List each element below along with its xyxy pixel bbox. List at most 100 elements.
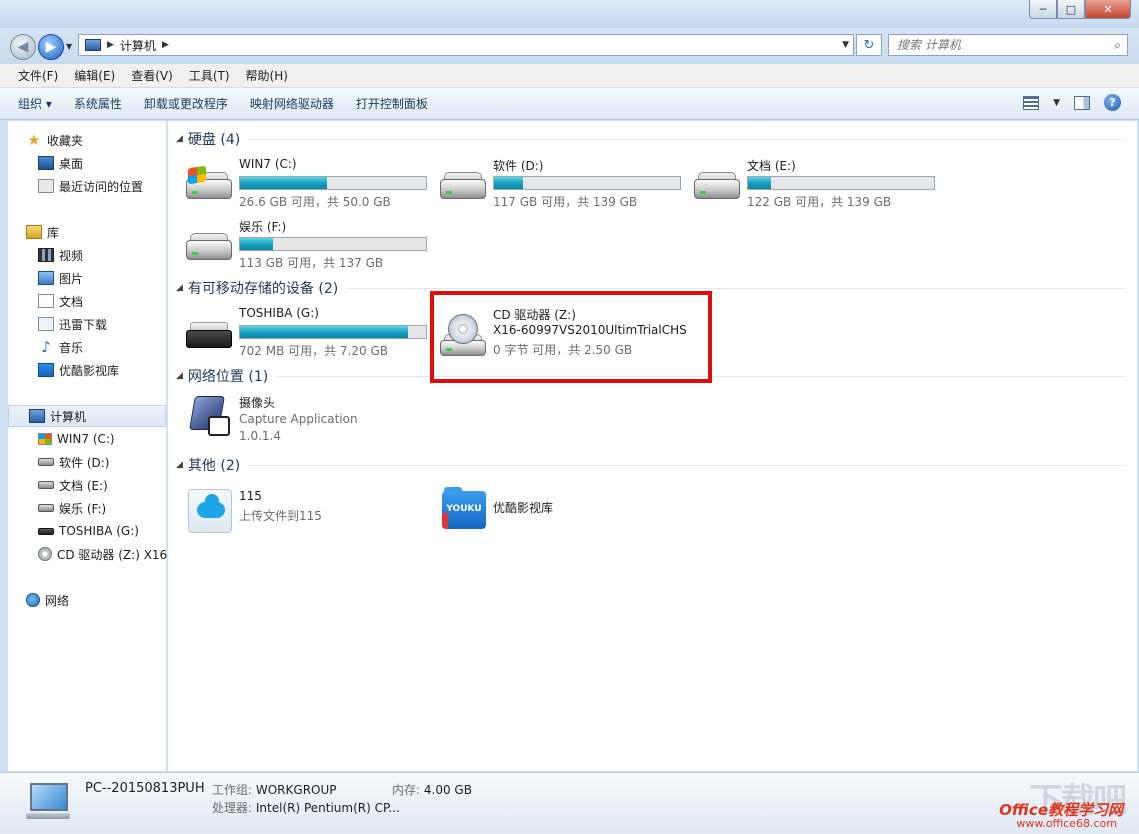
nav-videos[interactable]: 视频 (38, 244, 83, 266)
usb-drive-icon (186, 314, 234, 354)
change-view-icon[interactable] (1023, 95, 1040, 110)
nav-favorites[interactable]: ★ 收藏夹 (26, 129, 83, 151)
content-pane: ◢ 硬盘 (4) WIN7 (C:) 26.6 GB 可用，共 50.0 GB … (168, 121, 1137, 771)
drive-tile-g[interactable]: TOSHIBA (G:) 702 MB 可用，共 7.20 GB (186, 306, 436, 366)
computer-icon (29, 409, 45, 423)
drive-name: TOSHIBA (G:) (239, 306, 319, 320)
address-dropdown-icon[interactable]: ▼ (842, 40, 849, 50)
nav-label: 迅雷下载 (59, 317, 108, 332)
other-item-115[interactable]: 115 上传文件到115 (186, 489, 436, 549)
nav-xunlei-downloads[interactable]: 迅雷下载 (38, 313, 107, 335)
other-item-youku[interactable]: YOUKU 优酷影视库 (440, 487, 690, 549)
drive-tile-f[interactable]: 娱乐 (F:) 113 GB 可用，共 137 GB (186, 218, 436, 278)
uninstall-program-button[interactable]: 卸载或更改程序 (144, 95, 228, 112)
menu-tools[interactable]: 工具(T) (181, 65, 238, 86)
collapse-triangle-icon[interactable]: ◢ (176, 371, 183, 381)
close-button[interactable]: ✕ (1085, 0, 1131, 19)
processor-info: 处理器: Intel(R) Pentium(R) CP... (212, 799, 400, 816)
collapse-triangle-icon[interactable]: ◢ (176, 134, 183, 144)
group-title: 硬盘 (4) (187, 132, 241, 148)
youku-folder-icon: YOUKU (442, 487, 486, 529)
nav-youku-library[interactable]: 优酷影视库 (38, 359, 119, 381)
forward-button[interactable]: ▶ (38, 34, 64, 60)
nav-drive-c[interactable]: WIN7 (C:) (38, 428, 115, 450)
nav-music[interactable]: ♪ 音乐 (38, 336, 83, 358)
title-bar: ─ □ ✕ (0, 0, 1139, 28)
refresh-button[interactable]: ↻ (856, 34, 882, 56)
hard-drive-icon (38, 504, 54, 512)
preview-pane-icon[interactable] (1074, 95, 1090, 110)
nav-drive-e[interactable]: 文档 (E:) (38, 474, 108, 496)
nav-drive-d[interactable]: 软件 (D:) (38, 451, 109, 473)
system-properties-button[interactable]: 系统属性 (74, 95, 122, 112)
breadcrumb-computer[interactable]: 计算机 (120, 37, 156, 54)
highlight-box (430, 291, 712, 383)
group-header-hard-drives[interactable]: ◢ 硬盘 (4) (176, 129, 1126, 149)
drive-status: 26.6 GB 可用，共 50.0 GB (239, 195, 391, 209)
collapse-triangle-icon[interactable]: ◢ (176, 283, 183, 293)
usage-bar-fill (240, 326, 409, 338)
menu-edit[interactable]: 编辑(E) (66, 65, 123, 86)
drive-tile-d[interactable]: 软件 (D:) 117 GB 可用，共 139 GB (440, 157, 690, 217)
nav-libraries[interactable]: 库 (26, 221, 59, 243)
nav-computer[interactable]: 计算机 (8, 405, 166, 427)
workgroup-value: WORKGROUP (255, 783, 337, 797)
search-input[interactable] (897, 38, 1102, 52)
command-bar: 组织 ▾ 系统属性 卸载或更改程序 映射网络驱动器 打开控制面板 ▼ ? (0, 88, 1139, 120)
hard-drive-icon (186, 226, 234, 266)
nav-drive-f[interactable]: 娱乐 (F:) (38, 497, 106, 519)
group-divider (248, 138, 1126, 140)
webcam-icon (188, 394, 232, 438)
nav-recent-places[interactable]: 最近访问的位置 (38, 175, 143, 197)
youku-icon (38, 363, 54, 377)
group-header-other[interactable]: ◢ 其他 (2) (176, 455, 1126, 475)
nav-desktop[interactable]: 桌面 (38, 152, 83, 174)
menu-help[interactable]: 帮助(H) (238, 65, 296, 86)
star-icon: ★ (27, 131, 41, 149)
breadcrumb-arrow-icon[interactable]: ▶ (162, 40, 169, 50)
hard-drive-icon (38, 458, 54, 466)
back-button[interactable]: ◀ (10, 34, 36, 60)
minimize-button[interactable]: ─ (1029, 0, 1057, 19)
nav-drive-g[interactable]: TOSHIBA (G:) (38, 520, 139, 542)
desktop-icon (38, 156, 54, 170)
hard-drive-icon (694, 165, 742, 205)
nav-network[interactable]: 网络 (26, 589, 69, 611)
maximize-button[interactable]: □ (1057, 0, 1085, 19)
menu-view[interactable]: 查看(V) (123, 65, 181, 86)
nav-documents[interactable]: 文档 (38, 290, 83, 312)
search-icon[interactable]: ⌕ (1114, 38, 1121, 53)
network-location-camera[interactable]: 摄像头 Capture Application 1.0.1.4 (186, 394, 436, 454)
drive-status: 702 MB 可用，共 7.20 GB (239, 344, 388, 358)
view-dropdown-icon[interactable]: ▼ (1053, 98, 1060, 108)
memory-info: 内存: 4.00 GB (392, 781, 472, 798)
nav-drive-z[interactable]: CD 驱动器 (Z:) X16 (38, 543, 167, 565)
usage-bar (239, 237, 427, 251)
address-bar[interactable]: ▶ 计算机 ▶ ▼ (78, 34, 854, 56)
library-icon (26, 225, 42, 239)
usage-bar-fill (748, 177, 771, 189)
organize-button[interactable]: 组织 ▾ (18, 95, 52, 112)
workgroup-info: 工作组: WORKGROUP (212, 781, 337, 798)
processor-value: Intel(R) Pentium(R) CP... (255, 801, 400, 815)
music-note-icon: ♪ (41, 338, 51, 356)
collapse-triangle-icon[interactable]: ◢ (176, 460, 183, 470)
nav-pictures[interactable]: 图片 (38, 267, 83, 289)
search-box[interactable]: ⌕ (888, 34, 1128, 56)
group-title: 网络位置 (1) (187, 369, 269, 385)
usage-bar (493, 176, 681, 190)
help-icon[interactable]: ? (1104, 94, 1121, 111)
drive-status: 113 GB 可用，共 137 GB (239, 256, 384, 270)
menu-file[interactable]: 文件(F) (10, 65, 66, 86)
map-network-drive-button[interactable]: 映射网络驱动器 (250, 95, 334, 112)
item-description: 上传文件到115 (239, 509, 322, 523)
computer-icon (85, 39, 101, 51)
watermark-url: www.office68.com (1016, 817, 1117, 830)
hard-drive-icon (440, 165, 488, 205)
usage-bar (239, 325, 427, 339)
drive-tile-c[interactable]: WIN7 (C:) 26.6 GB 可用，共 50.0 GB (186, 157, 436, 217)
drive-tile-e[interactable]: 文档 (E:) 122 GB 可用，共 139 GB (694, 157, 944, 217)
open-control-panel-button[interactable]: 打开控制面板 (356, 95, 428, 112)
history-dropdown[interactable]: ▼ (66, 42, 72, 51)
nav-label: 音乐 (59, 340, 84, 355)
